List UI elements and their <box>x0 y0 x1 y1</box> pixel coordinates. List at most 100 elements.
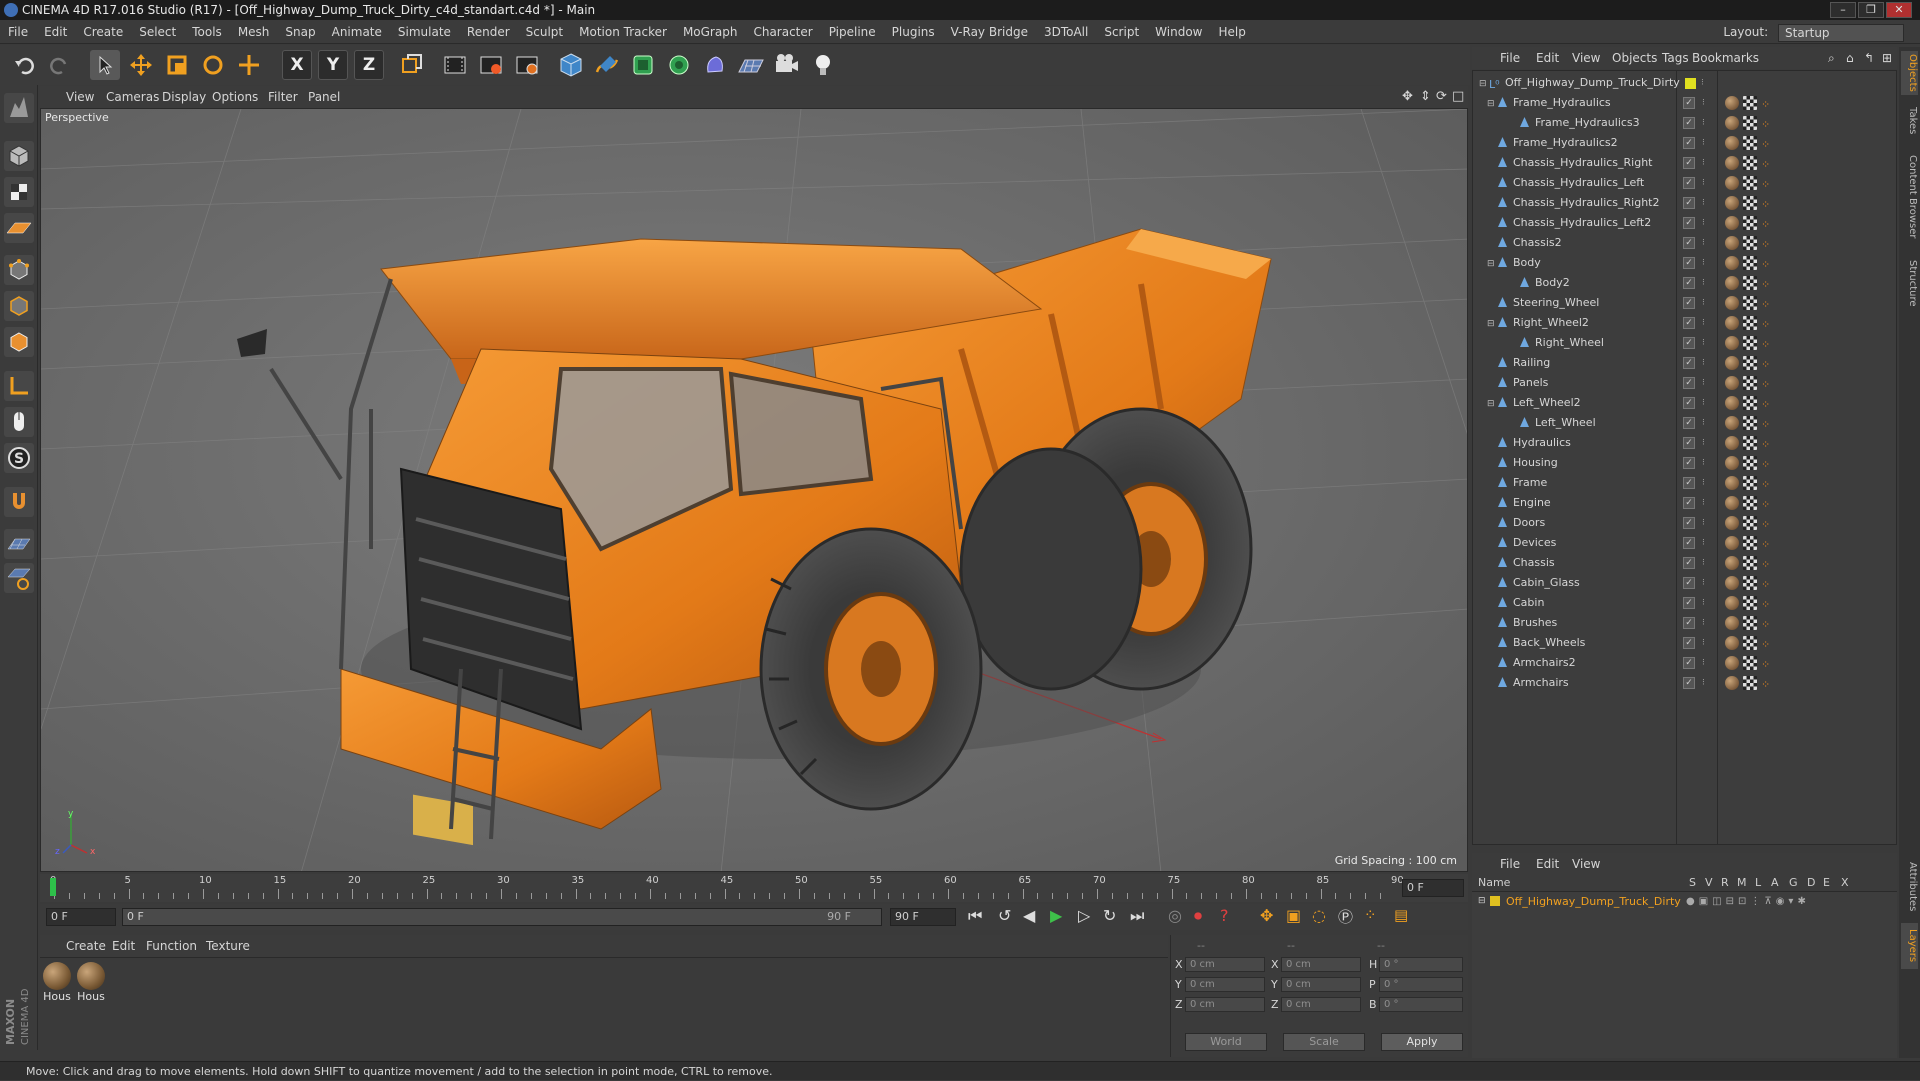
layer-menu-edit[interactable]: Edit <box>1536 853 1559 875</box>
point-level-key-icon[interactable]: ⁘ <box>1364 906 1377 924</box>
enable-checkbox[interactable]: ✓ <box>1683 317 1695 329</box>
visibility-dots-icon[interactable]: ⁝ <box>1702 193 1705 213</box>
material-tag-icon[interactable] <box>1725 336 1739 350</box>
visibility-dots-icon[interactable]: ⁝ <box>1702 273 1705 293</box>
visibility-dots-icon[interactable]: ⁝ <box>1702 633 1705 653</box>
material-tag-icon[interactable] <box>1725 456 1739 470</box>
phong-tag-icon[interactable]: ⁘ <box>1761 295 1770 315</box>
layer-menu-view[interactable]: View <box>1572 853 1600 875</box>
play-icon[interactable]: ▶ <box>1050 906 1062 925</box>
coordinate-system-button[interactable] <box>396 50 426 80</box>
menu-animate[interactable]: Animate <box>324 20 390 44</box>
enable-checkbox[interactable]: ✓ <box>1683 477 1695 489</box>
texture-tag-icon[interactable] <box>1743 176 1757 190</box>
visibility-dots-icon[interactable]: ⁝ <box>1702 233 1705 253</box>
om-menu-view[interactable]: View <box>1572 47 1600 69</box>
menu-script[interactable]: Script <box>1096 20 1147 44</box>
texture-tag-icon[interactable] <box>1743 96 1757 110</box>
object-row[interactable]: Left_Wheel ✓ ⁝ ⁘ <box>1473 413 1896 433</box>
texture-mode-button[interactable] <box>4 177 34 207</box>
maximize-button[interactable]: ❐ <box>1858 2 1884 18</box>
object-row[interactable]: Chassis_Hydraulics_Left ✓ ⁝ ⁘ <box>1473 173 1896 193</box>
menu-help[interactable]: Help <box>1210 20 1253 44</box>
visibility-dots-icon[interactable]: ⁝ <box>1702 133 1705 153</box>
om-menu-bookmarks[interactable]: Bookmarks <box>1692 47 1759 69</box>
visibility-dots-icon[interactable]: ⁝ <box>1702 493 1705 513</box>
visibility-dots-icon[interactable]: ⁝ <box>1702 553 1705 573</box>
material-swatch[interactable]: Hous <box>76 962 106 1003</box>
enable-checkbox[interactable]: ✓ <box>1683 357 1695 369</box>
viewport-zoom-icon[interactable]: ⇕ <box>1420 86 1431 108</box>
lock-z-axis-button[interactable]: Z <box>354 50 384 80</box>
visibility-dots-icon[interactable]: ⁝ <box>1702 373 1705 393</box>
texture-tag-icon[interactable] <box>1743 216 1757 230</box>
end-frame-field[interactable]: 90 F <box>890 908 956 926</box>
camera-object-button[interactable] <box>772 50 802 80</box>
rotation-field[interactable]: 0 ° <box>1379 977 1463 992</box>
menu-sculpt[interactable]: Sculpt <box>518 20 571 44</box>
viewport-menu-view[interactable]: View <box>66 86 94 108</box>
viewport-menu-options[interactable]: Options <box>212 86 258 108</box>
material-tag-icon[interactable] <box>1725 236 1739 250</box>
object-row[interactable]: Chassis_Hydraulics_Left2 ✓ ⁝ ⁘ <box>1473 213 1896 233</box>
phong-tag-icon[interactable]: ⁘ <box>1761 555 1770 575</box>
texture-tag-icon[interactable] <box>1743 576 1757 590</box>
material-tag-icon[interactable] <box>1725 176 1739 190</box>
object-row-root[interactable]: ⊟ L⁰ Off_Highway_Dump_Truck_Dirty ⁝ <box>1473 73 1896 93</box>
object-row[interactable]: Chassis_Hydraulics_Right2 ✓ ⁝ ⁘ <box>1473 193 1896 213</box>
phong-tag-icon[interactable]: ⁘ <box>1761 475 1770 495</box>
visibility-dots-icon[interactable]: ⁝ <box>1702 533 1705 553</box>
visibility-dots-icon[interactable]: ⁝ <box>1702 513 1705 533</box>
material-tag-icon[interactable] <box>1725 476 1739 490</box>
visibility-dots-icon[interactable]: ⁝ <box>1701 73 1704 93</box>
phong-tag-icon[interactable]: ⁘ <box>1761 675 1770 695</box>
material-tag-icon[interactable] <box>1725 116 1739 130</box>
material-tag-icon[interactable] <box>1725 376 1739 390</box>
edges-mode-button[interactable] <box>4 291 34 321</box>
cloner-button[interactable] <box>664 50 694 80</box>
collapse-icon[interactable]: ⊟ <box>1479 74 1489 94</box>
visibility-dots-icon[interactable]: ⁝ <box>1702 213 1705 233</box>
collapse-icon[interactable]: ⊟ <box>1487 314 1497 334</box>
phong-tag-icon[interactable]: ⁘ <box>1761 435 1770 455</box>
object-row[interactable]: Cabin_Glass ✓ ⁝ ⁘ <box>1473 573 1896 593</box>
enable-checkbox[interactable]: ✓ <box>1683 597 1695 609</box>
next-key-icon[interactable]: ↻ <box>1103 906 1116 925</box>
object-row[interactable]: Engine ✓ ⁝ ⁘ <box>1473 493 1896 513</box>
size-field[interactable]: 0 cm <box>1281 957 1361 972</box>
layer-menu-file[interactable]: File <box>1500 853 1520 875</box>
previous-key-icon[interactable]: ↺ <box>998 906 1011 925</box>
tab-attributes[interactable]: Attributes <box>1901 855 1918 919</box>
material-menu-texture[interactable]: Texture <box>206 935 250 957</box>
menu-mesh[interactable]: Mesh <box>230 20 278 44</box>
texture-tag-icon[interactable] <box>1743 676 1757 690</box>
object-row[interactable]: Chassis ✓ ⁝ ⁘ <box>1473 553 1896 573</box>
texture-tag-icon[interactable] <box>1743 436 1757 450</box>
menu-select[interactable]: Select <box>131 20 184 44</box>
phong-tag-icon[interactable]: ⁘ <box>1761 315 1770 335</box>
pen-spline-button[interactable] <box>592 50 622 80</box>
om-new-view-icon[interactable]: ⊞ <box>1882 47 1892 69</box>
menu-character[interactable]: Character <box>745 20 820 44</box>
enable-checkbox[interactable]: ✓ <box>1683 397 1695 409</box>
texture-tag-icon[interactable] <box>1743 376 1757 390</box>
rotate-tool-button[interactable] <box>198 50 228 80</box>
phong-tag-icon[interactable]: ⁘ <box>1761 415 1770 435</box>
viewport-move-icon[interactable]: ✥ <box>1402 86 1413 108</box>
transform-tool-button[interactable] <box>234 50 264 80</box>
layout-dropdown[interactable]: Startup <box>1778 23 1904 42</box>
visibility-dots-icon[interactable]: ⁝ <box>1702 473 1705 493</box>
phong-tag-icon[interactable]: ⁘ <box>1761 175 1770 195</box>
visibility-dots-icon[interactable]: ⁝ <box>1702 353 1705 373</box>
start-frame-field[interactable]: 0 F <box>46 908 116 926</box>
rotation-key-icon[interactable]: ◌ <box>1312 906 1326 925</box>
tab-structure[interactable]: Structure <box>1901 253 1918 313</box>
visibility-dots-icon[interactable]: ⁝ <box>1702 313 1705 333</box>
menu-simulate[interactable]: Simulate <box>390 20 459 44</box>
enable-checkbox[interactable]: ✓ <box>1683 637 1695 649</box>
texture-tag-icon[interactable] <box>1743 476 1757 490</box>
undo-button[interactable] <box>10 50 40 80</box>
texture-tag-icon[interactable] <box>1743 336 1757 350</box>
object-row[interactable]: Frame_Hydraulics2 ✓ ⁝ ⁘ <box>1473 133 1896 153</box>
material-menu-function[interactable]: Function <box>146 935 197 957</box>
